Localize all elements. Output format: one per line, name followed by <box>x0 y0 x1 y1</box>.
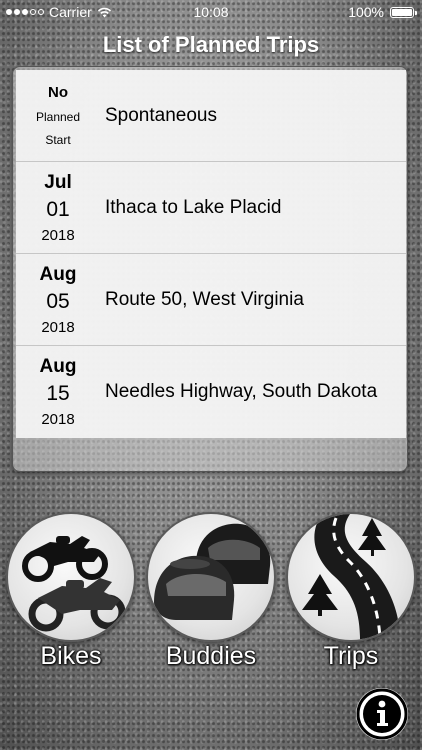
no-planned-line-1: No <box>48 84 68 101</box>
trip-year: 2018 <box>41 411 75 428</box>
trip-name: Needles Highway, South Dakota <box>105 381 378 402</box>
road-icon <box>302 514 400 640</box>
trip-date: Jul 01 2018 <box>16 173 100 243</box>
trip-day: 05 <box>46 289 70 313</box>
trip-month: Aug <box>39 263 77 285</box>
info-button[interactable] <box>356 688 408 740</box>
trips-circle[interactable] <box>286 512 416 642</box>
page-title: List of Planned Trips <box>102 32 320 57</box>
info-icon <box>356 688 408 740</box>
battery-percent: 100% <box>348 4 384 20</box>
trip-date: Aug 05 2018 <box>16 265 100 335</box>
trip-name: Ithaca to Lake Placid <box>105 196 282 218</box>
buddies-circle[interactable] <box>146 512 276 642</box>
trip-row[interactable]: Jul 01 2018 Ithaca to Lake Placid <box>16 162 406 254</box>
trip-year: 2018 <box>41 318 75 336</box>
battery-icon <box>390 6 417 18</box>
bikes-circle[interactable] <box>6 512 136 642</box>
trip-year: 2018 <box>41 226 75 244</box>
trip-row-spontaneous[interactable]: No Planned Start Spontaneous <box>16 70 406 162</box>
no-planned-line-3: Start <box>45 133 71 147</box>
trip-day: 15 <box>46 382 70 405</box>
trip-date: Aug 15 2018 <box>16 357 100 427</box>
trips-button[interactable]: Trips <box>286 512 416 672</box>
trip-list[interactable]: No Planned Start Spontaneous Jul 01 2018… <box>16 70 406 438</box>
motorcycles-icon <box>22 536 126 632</box>
trip-name: Spontaneous <box>105 104 217 126</box>
buddies-button[interactable]: Buddies <box>146 512 276 672</box>
trip-name: Route 50, West Virginia <box>105 288 304 310</box>
no-planned-line-2: Planned <box>35 110 81 124</box>
trip-row[interactable]: Aug 15 2018 Needles Highway, South Dakot… <box>16 346 406 438</box>
status-right: 100% <box>348 4 417 20</box>
helmets-icon <box>154 523 271 620</box>
trip-row[interactable]: Aug 05 2018 Route 50, West Virginia <box>16 254 406 346</box>
status-bar: Carrier 10:08 100% <box>0 0 422 24</box>
trip-month: Jul <box>44 171 72 193</box>
trips-label: Trips <box>323 642 379 670</box>
bikes-button[interactable]: Bikes <box>6 512 136 672</box>
trip-day: 01 <box>46 197 70 221</box>
trip-month: Aug <box>39 356 77 377</box>
no-planned-start-label: No Planned Start <box>16 85 100 146</box>
